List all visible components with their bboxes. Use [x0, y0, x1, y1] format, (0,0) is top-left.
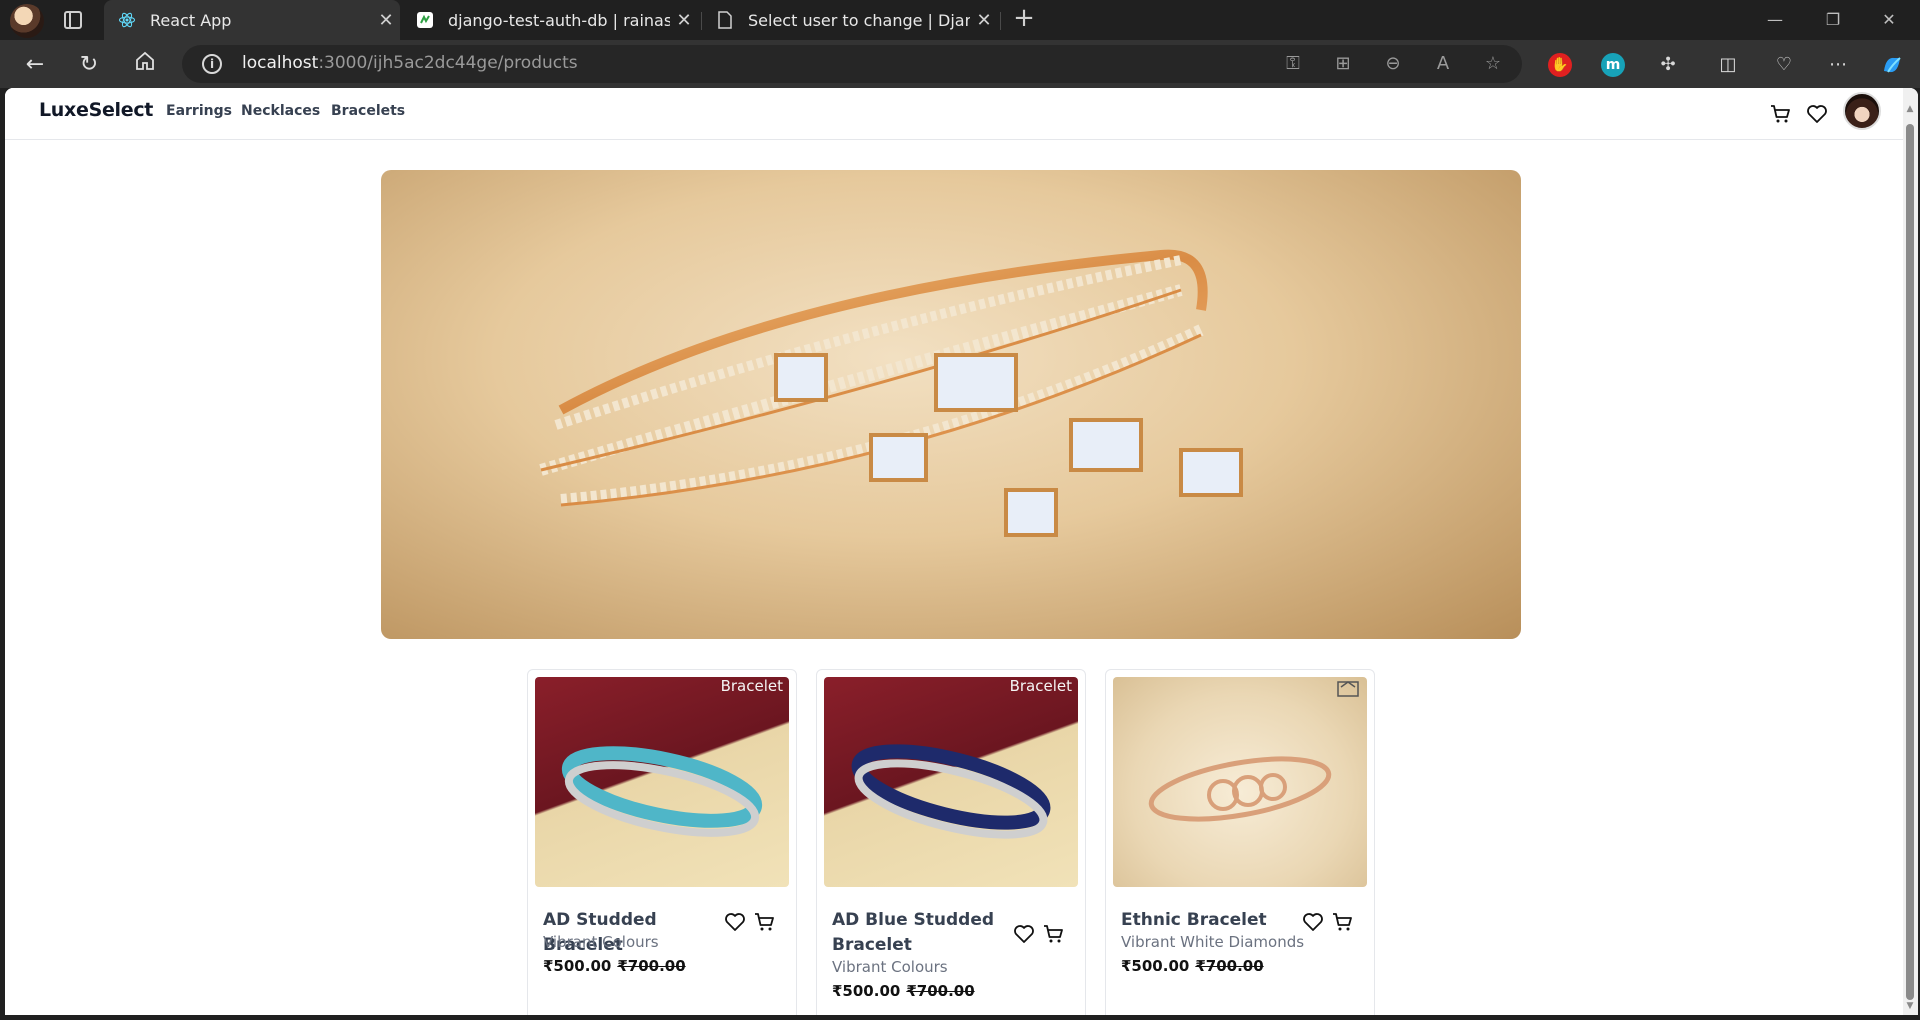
product-price: ₹500.00 ₹700.00	[543, 957, 686, 975]
wishlist-heart-icon[interactable]	[1805, 102, 1829, 126]
tab-close-icon[interactable]: ✕	[372, 10, 400, 31]
product-card[interactable]: Bracelet AD Studded Bracelet Vibrant Col…	[527, 669, 797, 1015]
m-extension-icon[interactable]: m	[1601, 53, 1625, 77]
product-image[interactable]	[1113, 677, 1367, 887]
restore-icon[interactable]: ❐	[1810, 6, 1856, 34]
zoom-out-icon[interactable]: ⊖	[1382, 53, 1404, 75]
home-icon[interactable]	[130, 50, 160, 80]
split-screen-icon[interactable]: ◫	[1716, 53, 1740, 77]
product-card[interactable]: Bracelet AD Blue Studded Bracelet Vibran…	[816, 669, 1086, 1015]
current-price: ₹500.00	[832, 982, 901, 1000]
tab-title: Select user to change | Django site admi…	[748, 10, 970, 30]
favorite-star-icon[interactable]: ☆	[1482, 53, 1504, 75]
cart-icon[interactable]	[1769, 102, 1793, 126]
original-price: ₹700.00	[906, 982, 975, 1000]
add-to-wishlist-heart-icon[interactable]	[1012, 922, 1036, 946]
add-to-wishlist-heart-icon[interactable]	[1301, 910, 1325, 934]
browser-essentials-icon[interactable]: ♡	[1772, 53, 1796, 77]
nav-link-bracelets[interactable]: Bracelets	[331, 103, 405, 119]
product-subtitle: Vibrant Colours	[832, 958, 948, 976]
add-to-cart-icon[interactable]	[1331, 910, 1355, 934]
react-icon	[118, 11, 136, 29]
tab-close-icon[interactable]: ✕	[970, 10, 998, 31]
tab-django-db[interactable]: django-test-auth-db | rainasaxena ✕	[402, 0, 698, 40]
product-bracelet-image	[1148, 756, 1332, 822]
close-window-icon[interactable]: ✕	[1866, 6, 1912, 34]
nav-link-earrings[interactable]: Earrings	[166, 103, 232, 119]
scrollbar-thumb[interactable]	[1906, 124, 1914, 1000]
product-subtitle: Vibrant White Diamonds	[1121, 933, 1305, 951]
product-image[interactable]: Bracelet	[535, 677, 789, 887]
product-image[interactable]: Bracelet	[824, 677, 1078, 887]
read-aloud-icon[interactable]: A	[1432, 53, 1454, 75]
browser-toolbar: ← ↻ i localhost:3000/ijh5ac2dc44ge/produ…	[0, 40, 1920, 88]
tab-bar: React App ✕ django-test-auth-db | rainas…	[0, 0, 1920, 40]
page-scrollbar[interactable]: ▲ ▼	[1903, 88, 1918, 1015]
original-price: ₹700.00	[617, 957, 686, 975]
site-info-icon[interactable]: i	[202, 54, 222, 74]
current-price: ₹500.00	[1121, 957, 1190, 975]
product-subtitle: Vibrant Colours	[543, 933, 659, 951]
scroll-up-icon[interactable]: ▲	[1905, 104, 1915, 114]
tab-close-icon[interactable]: ✕	[670, 10, 698, 31]
browser-profile-avatar[interactable]	[10, 4, 44, 38]
product-price: ₹500.00 ₹700.00	[1121, 957, 1264, 975]
db-icon	[416, 11, 434, 29]
tab-separator	[1000, 12, 1001, 30]
product-bracelet-image	[561, 746, 763, 837]
brand-logo[interactable]: LuxeSelect	[39, 99, 153, 121]
add-to-cart-icon[interactable]	[753, 910, 777, 934]
settings-more-icon[interactable]: ⋯	[1826, 53, 1850, 77]
product-price: ₹500.00 ₹700.00	[832, 982, 975, 1000]
product-card[interactable]: Ethnic Bracelet Vibrant White Diamonds ₹…	[1105, 669, 1375, 1015]
tab-title: React App	[150, 10, 232, 30]
document-icon	[716, 11, 734, 29]
minimize-icon[interactable]: —	[1752, 6, 1798, 34]
tab-django-admin[interactable]: Select user to change | Django site admi…	[702, 0, 998, 40]
add-to-cart-icon[interactable]	[1042, 922, 1066, 946]
product-tag: Bracelet	[1009, 677, 1072, 695]
nav-link-necklaces[interactable]: Necklaces	[241, 103, 320, 119]
page-viewport: LuxeSelect Earrings Necklaces Bracelets	[5, 88, 1918, 1015]
add-to-wishlist-heart-icon[interactable]	[723, 910, 747, 934]
original-price: ₹700.00	[1195, 957, 1264, 975]
url-text[interactable]: localhost:3000/ijh5ac2dc44ge/products	[242, 53, 578, 73]
product-tag: Bracelet	[720, 677, 783, 695]
product-bracelet-image	[851, 744, 1051, 839]
tab-react-app[interactable]: React App ✕	[104, 0, 400, 40]
hero-banner	[381, 170, 1521, 639]
scroll-down-icon[interactable]: ▼	[1905, 1001, 1915, 1011]
refresh-icon[interactable]: ↻	[74, 50, 104, 80]
adblock-extension-icon[interactable]: ✋	[1548, 53, 1572, 77]
key-icon[interactable]: ⚿	[1282, 53, 1304, 75]
back-icon[interactable]: ←	[20, 50, 50, 80]
current-price: ₹500.00	[543, 957, 612, 975]
tab-actions-icon[interactable]	[64, 11, 82, 29]
tab-title: django-test-auth-db | rainasaxena	[448, 10, 670, 30]
product-title[interactable]: Ethnic Bracelet	[1121, 908, 1301, 933]
address-bar[interactable]: i localhost:3000/ijh5ac2dc44ge/products …	[182, 45, 1522, 83]
apps-icon[interactable]: ⊞	[1332, 53, 1354, 75]
brand-logo-watermark	[1337, 681, 1359, 697]
product-title[interactable]: AD Blue Studded Bracelet	[832, 908, 1012, 958]
new-tab-icon[interactable]: +	[1010, 5, 1038, 33]
hero-bracelet-image	[539, 249, 1243, 537]
copilot-icon[interactable]	[1880, 53, 1904, 77]
site-navbar: LuxeSelect Earrings Necklaces Bracelets	[5, 88, 1903, 140]
extensions-puzzle-icon[interactable]: ✣	[1656, 53, 1680, 77]
user-avatar[interactable]	[1843, 92, 1881, 130]
